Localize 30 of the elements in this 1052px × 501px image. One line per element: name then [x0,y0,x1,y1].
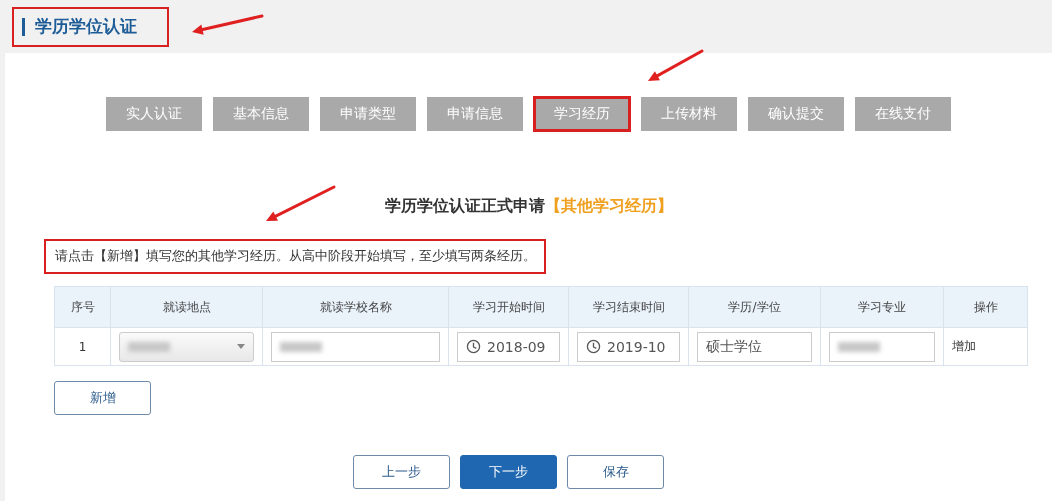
nav-button[interactable]: 保存 [567,455,664,489]
add-row-link[interactable]: 增加 [952,339,976,353]
column-header: 学习专业 [820,286,944,328]
column-header: 学历/学位 [688,286,821,328]
clock-icon [466,339,481,354]
date-field[interactable]: 2019-10 [577,331,680,362]
next-button[interactable]: 下一步 [460,455,557,489]
page-title: 学历学位认证 [35,15,137,38]
location-select[interactable] [119,331,254,362]
input-field[interactable] [271,331,440,362]
title-bar-icon [22,17,25,36]
blurred-text [280,341,322,352]
column-header: 序号 [54,286,111,328]
table-cell: 1 [78,339,87,354]
clock-icon [586,339,601,354]
input-field[interactable]: 硕士学位 [697,331,812,362]
column-header: 学习结束时间 [568,286,689,328]
column-header: 就读地点 [110,286,263,328]
column-header: 操作 [943,286,1028,328]
add-button[interactable]: 新增 [54,381,151,415]
form-heading: 学历学位认证正式申请【其他学习经历】 [383,195,674,217]
column-header: 学习开始时间 [448,286,569,328]
instruction-text: 请点击【新增】填写您的其他学习经历。从高中阶段开始填写，至少填写两条经历。 [44,239,546,274]
nav-button[interactable]: 上一步 [353,455,450,489]
blurred-text [128,341,170,352]
blurred-text [838,341,880,352]
column-header: 就读学校名称 [262,286,449,328]
dropdown-caret-icon [237,344,245,349]
date-field[interactable]: 2018-09 [457,331,560,362]
input-field[interactable] [829,331,935,362]
